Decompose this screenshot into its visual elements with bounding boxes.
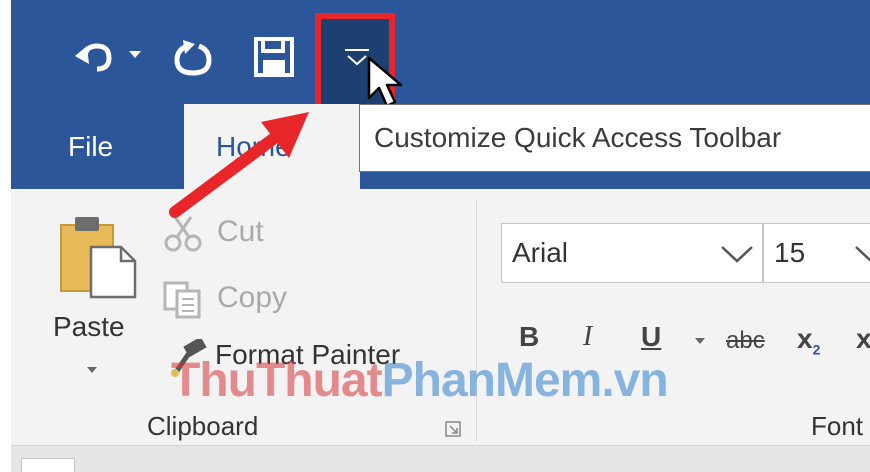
copy-icon: [163, 281, 201, 319]
undo-dropdown-button[interactable]: [126, 47, 144, 61]
word-window: File Home Customize Quick Access Toolbar…: [11, 0, 870, 472]
tooltip: Customize Quick Access Toolbar: [359, 104, 870, 172]
tab-file[interactable]: File: [68, 131, 113, 163]
chevron-down-icon[interactable]: [693, 336, 707, 346]
paste-label: Paste: [53, 311, 125, 342]
undo-icon: [75, 43, 112, 72]
chevron-down-icon: [87, 367, 97, 373]
chevron-down-icon: [129, 51, 141, 58]
underline-button[interactable]: U: [641, 321, 661, 353]
watermark-part3: .vn: [601, 354, 668, 407]
superscript-button[interactable]: x: [856, 323, 870, 355]
undo-button[interactable]: [71, 36, 119, 76]
ribbon-home: Paste Cut Copy Format Painter Clipboard …: [11, 189, 870, 445]
redo-icon: [174, 40, 212, 76]
paste-button[interactable]: Paste: [53, 209, 147, 389]
ruler-corner: [21, 458, 75, 472]
font-name-combo[interactable]: Arial: [501, 223, 763, 283]
quick-access-toolbar: [11, 0, 870, 111]
annotation-arrow-icon: [169, 112, 309, 218]
watermark: ThuThuatPhanMem.vn: [171, 353, 669, 408]
subscript-mark: 2: [812, 341, 821, 358]
dialog-launcher-icon[interactable]: [445, 421, 461, 437]
watermark-part2: PhanMem: [381, 354, 603, 407]
italic-button[interactable]: I: [583, 321, 592, 353]
chevron-down-icon: [855, 246, 870, 262]
bold-button[interactable]: B: [519, 321, 539, 353]
subscript-button[interactable]: x2: [797, 323, 820, 358]
save-button[interactable]: [253, 36, 295, 78]
tooltip-text: Customize Quick Access Toolbar: [374, 122, 782, 153]
document-area-edge: [11, 445, 870, 472]
subscript-label: x: [797, 323, 813, 354]
font-size-combo[interactable]: 15: [763, 223, 870, 283]
redo-button[interactable]: [171, 36, 215, 80]
font-name-value: Arial: [512, 237, 569, 268]
chevron-down-icon: [721, 246, 753, 263]
save-icon: [254, 37, 294, 77]
copy-label: Copy: [217, 281, 288, 314]
clipboard-icon: [60, 217, 137, 299]
strikethrough-button[interactable]: abc: [726, 327, 765, 355]
clipboard-group-label: Clipboard: [147, 411, 259, 441]
watermark-part1: ThuThuat: [171, 354, 383, 407]
font-size-value: 15: [774, 237, 806, 268]
font-group-label: Font: [811, 411, 864, 441]
copy-button[interactable]: Copy: [161, 277, 311, 321]
